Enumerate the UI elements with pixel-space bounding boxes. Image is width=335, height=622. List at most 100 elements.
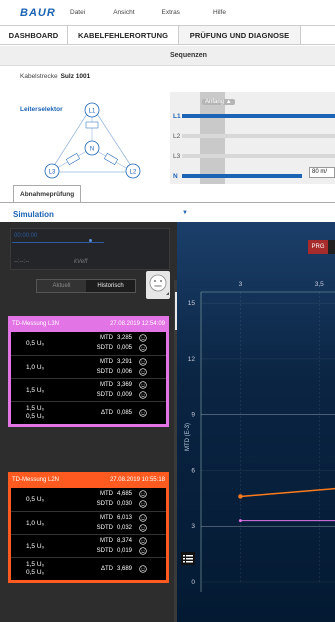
metric-value: 0,006 (117, 369, 133, 375)
prg-extra-button[interactable] (328, 240, 335, 254)
lane-label: L1 (173, 112, 181, 120)
simulation-select[interactable]: Simulation (13, 210, 54, 219)
mtd-line: MTD 6,013 (91, 514, 163, 522)
series-point (238, 519, 242, 523)
metric-key: MTD (100, 491, 113, 497)
card-body: 0,5 U₀ MTD 3,285 SDTD 0,005 1,0 U₀ MTD 3,29… (8, 332, 169, 427)
lane-bar (182, 134, 335, 138)
voltage-label: 1,5 U₀ 0,5 U₀ (26, 561, 45, 576)
card-body: 0,5 U₀ MTD 4,685 SDTD 0,030 1,0 U₀ MTD 6,01… (8, 488, 169, 583)
cable-route: Kabelstrecke Sulz 1001 (20, 73, 90, 80)
card-row: 0,5 U₀ MTD 3,285 SDTD 0,005 (11, 332, 166, 355)
smiley-icon (139, 334, 147, 342)
smiley-icon (139, 500, 147, 508)
conductor-selector-diagram[interactable]: L1 N L3 L2 (40, 100, 145, 180)
sdtd-line: SDTD 0,009 (91, 391, 163, 399)
measurement-card-l2n[interactable]: TD-Messung L2N 27.08.2019 10:55:18 0,5 U… (8, 472, 169, 583)
menu-bar: BAUR Datei Ansicht Extras Hilfe (0, 0, 335, 24)
smiley-filter-icon[interactable] (146, 271, 170, 299)
main-nav: DASHBOARD KABELFEHLERORTUNG PRÜFUNG UND … (0, 25, 335, 45)
tab-abnahmepruefung[interactable]: Abnahmeprüfung (13, 185, 82, 202)
sequence-lane-l1[interactable]: L1 (170, 109, 335, 123)
voltage-label: 0,5 U₀ (26, 496, 45, 503)
sequence-lane-l2[interactable]: L2 (170, 129, 335, 143)
lane-bar (182, 174, 302, 178)
sequence-lane-l3[interactable]: L3 (170, 149, 335, 163)
y-axis-label: MTD (E-3) (185, 423, 191, 451)
y-tick-label: 15 (188, 300, 196, 307)
tab-pruefung-und-diagnose[interactable]: PRÜFUNG UND DIAGNOSE (179, 26, 301, 44)
mini-unit-label: kVeff (74, 259, 88, 265)
card-row: 1,0 U₀ MTD 6,013 SDTD 0,032 (11, 511, 166, 534)
card-header: TD-Messung L3N 27.08.2019 12:54:09 (8, 316, 169, 332)
sdtd-line: SDTD 0,006 (91, 368, 163, 376)
mini-timer: 00:00:00 (14, 233, 38, 239)
y-tick-label: 12 (188, 356, 196, 363)
sequences-header: Sequenzen (0, 46, 335, 66)
y-tick-label: 6 (191, 467, 195, 474)
metric-value: 8,374 (117, 538, 133, 544)
logo-text: BAUR (20, 7, 56, 18)
metric-key: SDTD (96, 345, 113, 351)
menu-extras[interactable]: Extras (162, 9, 180, 16)
tab-kabelfehlerortung[interactable]: KABELFEHLERORTUNG (68, 26, 179, 44)
chart-series (238, 487, 335, 523)
mtd-line: MTD 3,285 (91, 334, 163, 342)
chart-grid (200, 291, 335, 592)
metric-key: SDTD (96, 501, 113, 507)
menu-hilfe[interactable]: Hilfe (213, 9, 226, 16)
smiley-icon (139, 381, 147, 389)
x-tick-label: 3 (239, 281, 243, 288)
lane-bar (182, 114, 335, 118)
node-l1: L1 (89, 109, 96, 115)
sdtd-line: SDTD 0,030 (91, 500, 163, 508)
smiley-icon (139, 565, 147, 573)
x-tick-label: 3,5 (315, 281, 324, 288)
smiley-icon (139, 524, 147, 532)
menu-ansicht[interactable]: Ansicht (113, 9, 134, 16)
voltage-label: 1,5 U₀ (26, 543, 45, 550)
card-row: 0,5 U₀ MTD 4,685 SDTD 0,030 (11, 488, 166, 511)
delta-td-line: ΔTD 0,085 (91, 409, 163, 417)
smiley-icon (139, 409, 147, 417)
metric-value: 3,291 (117, 359, 133, 365)
smiley-icon (139, 368, 147, 376)
mtd-line: MTD 3,291 (91, 358, 163, 366)
series-line (240, 487, 335, 498)
toggle-aktuell[interactable]: Aktuell (37, 280, 86, 292)
chevron-down-icon[interactable]: ▼ (182, 210, 188, 216)
card-date: 27.08.2019 12:54:09 (109, 321, 165, 327)
voltage-label: 1,0 U₀ (26, 520, 45, 527)
delta-td-line: ΔTD 3,689 (91, 565, 163, 573)
distance-box: 80 m/ (309, 167, 335, 178)
mini-chart-line (12, 242, 104, 243)
lane-bar (182, 154, 335, 158)
history-toggle: Aktuell Historisch (36, 279, 136, 293)
metric-value: 3,369 (117, 382, 133, 388)
node-l2: L2 (130, 170, 137, 176)
card-title: TD-Messung L2N (12, 477, 60, 483)
sdtd-line: SDTD 0,005 (91, 344, 163, 352)
y-tick-label: 9 (191, 412, 195, 419)
tab-dashboard[interactable]: DASHBOARD (0, 26, 68, 44)
baur-logo: BAUR (20, 7, 56, 18)
metric-key: MTD (100, 382, 113, 388)
metric-value: 0,030 (117, 501, 133, 507)
card-row: 1,5 U₀ MTD 3,369 SDTD 0,009 (11, 378, 166, 401)
metric-key: SDTD (96, 548, 113, 554)
mtd-line: MTD 8,374 (91, 537, 163, 545)
node-n: N (90, 147, 94, 153)
sequence-panel: Anfang ▲ L1 L2 L3 N 80 m/ (170, 92, 335, 184)
prg-button[interactable]: PRG (308, 240, 328, 254)
node-l3: L3 (49, 170, 56, 176)
lane-label: N (173, 172, 178, 180)
anfang-label: Anfang ▲ (202, 99, 235, 105)
mtd-line: MTD 4,685 (91, 490, 163, 498)
menu-datei[interactable]: Datei (70, 9, 85, 16)
measurement-card-l3n[interactable]: TD-Messung L3N 27.08.2019 12:54:09 0,5 U… (8, 316, 169, 427)
smiley-icon (139, 358, 147, 366)
toggle-historisch[interactable]: Historisch (86, 280, 135, 292)
mtd-line: MTD 3,369 (91, 381, 163, 389)
metric-value: 0,019 (117, 548, 133, 554)
voltage-label: 1,5 U₀ 0,5 U₀ (26, 405, 45, 420)
